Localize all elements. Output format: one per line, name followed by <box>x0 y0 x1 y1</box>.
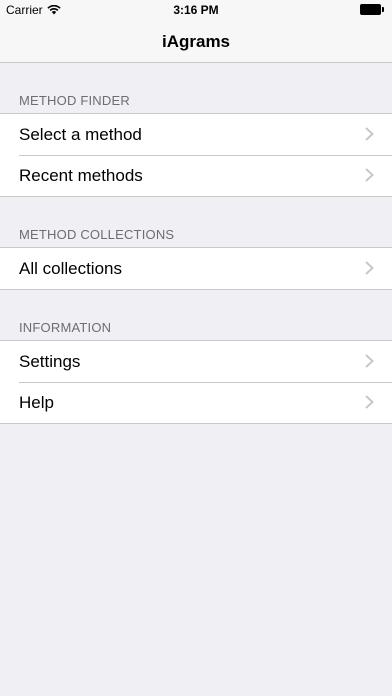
row-help[interactable]: Help <box>0 382 392 423</box>
row-settings[interactable]: Settings <box>0 341 392 382</box>
status-time: 3:16 PM <box>173 3 219 17</box>
row-label: Recent methods <box>19 165 143 185</box>
chevron-right-icon <box>365 168 374 182</box>
chevron-right-icon <box>365 354 374 368</box>
chevron-right-icon <box>365 395 374 409</box>
row-label: Help <box>19 392 54 412</box>
battery-icon <box>360 4 384 15</box>
status-bar: Carrier 3:16 PM <box>0 0 392 20</box>
table-view[interactable]: METHOD FINDER Select a method Recent met… <box>0 63 392 424</box>
section-method-finder: Select a method Recent methods <box>0 113 392 197</box>
row-label: Settings <box>19 351 81 371</box>
section-header-information: INFORMATION <box>19 320 112 335</box>
navigation-bar: iAgrams <box>0 20 392 63</box>
row-all-collections[interactable]: All collections <box>0 248 392 289</box>
section-header-method-collections: METHOD COLLECTIONS <box>19 227 175 242</box>
row-label: All collections <box>19 258 122 278</box>
section-header-method-finder: METHOD FINDER <box>19 93 130 108</box>
row-label: Select a method <box>19 124 142 144</box>
section-method-collections: All collections <box>0 247 392 290</box>
row-recent-methods[interactable]: Recent methods <box>0 155 392 196</box>
row-select-a-method[interactable]: Select a method <box>0 114 392 155</box>
page-title: iAgrams <box>161 32 231 51</box>
section-information: Settings Help <box>0 340 392 424</box>
chevron-right-icon <box>365 127 374 141</box>
chevron-right-icon <box>365 261 374 275</box>
